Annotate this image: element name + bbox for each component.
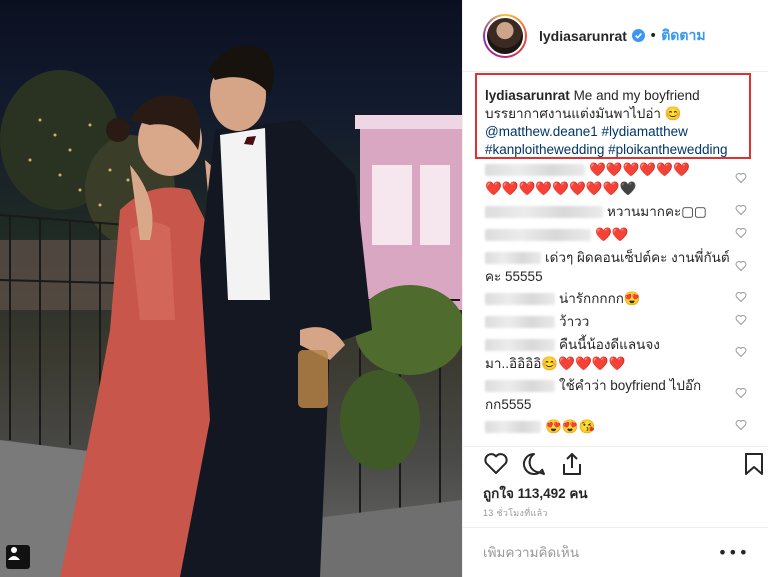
comment-text: ใช้คำว่า boyfriend ไปอ๊ก xyxy=(559,378,702,393)
caption-line-2: บรรยากาศงานแต่งมันพาไปอ่า 😊 xyxy=(485,106,682,121)
comment-like-icon[interactable] xyxy=(735,314,747,326)
follow-button[interactable]: ติดตาม xyxy=(661,25,705,47)
add-comment-bar: ••• xyxy=(463,527,768,577)
hashtag-link[interactable]: #ploikanthewedding xyxy=(608,142,727,157)
comment-text: 😍😍😘 xyxy=(545,419,596,434)
hashtag-link[interactable]: #lydiamatthew xyxy=(602,124,688,139)
separator-dot: • xyxy=(648,27,658,44)
comment-bubble-icon[interactable] xyxy=(521,451,547,477)
photo-illustration xyxy=(0,45,462,577)
comment: น่ารักกกกก😍 xyxy=(485,289,755,308)
comment: ใช้คำว่า boyfriend ไปอ๊ก กก5555 xyxy=(485,376,755,414)
comment: 😍😍😘 xyxy=(485,417,755,436)
comment: ❤️❤️❤️❤️❤️❤️ xyxy=(485,160,755,179)
likes-count[interactable]: ถูกใจ 113,492 คน xyxy=(483,482,588,504)
comment: หวานมากคะ▢▢ xyxy=(485,202,755,221)
comment-like-icon[interactable] xyxy=(735,260,747,272)
mention-link[interactable]: @matthew.deane1 xyxy=(485,124,598,139)
comment: ว้าวว xyxy=(485,312,755,331)
comment-text: คืนนี้น้องดีแลนจง xyxy=(559,337,660,352)
comment: ❤️❤️❤️❤️❤️❤️❤️❤️🖤 xyxy=(485,179,755,198)
caption-line-1: Me and my boyfriend xyxy=(573,88,700,103)
comment-like-icon[interactable] xyxy=(735,227,747,239)
add-comment-input[interactable] xyxy=(483,545,718,560)
comment-like-icon[interactable] xyxy=(735,346,747,358)
verified-badge-icon xyxy=(631,29,645,42)
comment-text-cont: คะ 55555 xyxy=(485,269,543,284)
more-options-button[interactable]: ••• xyxy=(718,543,749,562)
comment: ❤️❤️ xyxy=(485,225,755,244)
post-actions xyxy=(463,446,768,486)
post-timestamp: 13 ชั่วโมงที่แล้ว xyxy=(483,508,548,518)
avatar[interactable] xyxy=(483,13,527,58)
comment-text: เด่วๆ ผิดคอนเซ็ปต์คะ งานพี่กันต์ xyxy=(545,250,730,265)
comment-text: หวานมากคะ▢▢ xyxy=(607,204,707,219)
caption: lydiasarunrat Me and my boyfriend บรรยาก… xyxy=(475,73,751,159)
post-header: lydiasarunrat • ติดตาม xyxy=(463,0,768,72)
comment-like-icon[interactable] xyxy=(735,419,747,431)
comment-like-icon[interactable] xyxy=(735,172,747,184)
comment-text: ว้าวว xyxy=(559,314,590,329)
comment-like-icon[interactable] xyxy=(735,387,747,399)
comment-text-cont: กก5555 xyxy=(485,397,532,412)
comment-text: ❤️❤️❤️❤️❤️❤️ xyxy=(589,162,690,177)
bookmark-icon[interactable] xyxy=(741,451,767,477)
post-photo[interactable] xyxy=(0,0,462,577)
comment: เด่วๆ ผิดคอนเซ็ปต์คะ งานพี่กันต์ คะ 5555… xyxy=(485,248,755,286)
comment-like-icon[interactable] xyxy=(735,291,747,303)
comment-text-cont: มา..อิอิอิอิ😊❤️❤️❤️❤️ xyxy=(485,356,626,371)
post-details-panel: lydiasarunrat • ติดตาม lydiasarunrat Me … xyxy=(462,0,768,577)
hashtag-link[interactable]: #kanploithewedding xyxy=(485,142,604,157)
comment-text: ❤️❤️ xyxy=(595,227,629,242)
comment-text: น่ารักกกกก😍 xyxy=(559,291,641,306)
username[interactable]: lydiasarunrat xyxy=(539,28,627,44)
comment-like-icon[interactable] xyxy=(735,204,747,216)
comment: คืนนี้น้องดีแลนจง มา..อิอิอิอิ😊❤️❤️❤️❤️ xyxy=(485,335,755,373)
multi-post-icon xyxy=(6,545,30,569)
caption-author[interactable]: lydiasarunrat xyxy=(485,88,570,103)
comment-text: ❤️❤️❤️❤️❤️❤️❤️❤️🖤 xyxy=(485,181,637,196)
heart-outline-icon[interactable] xyxy=(483,451,509,477)
share-icon[interactable] xyxy=(559,451,585,477)
